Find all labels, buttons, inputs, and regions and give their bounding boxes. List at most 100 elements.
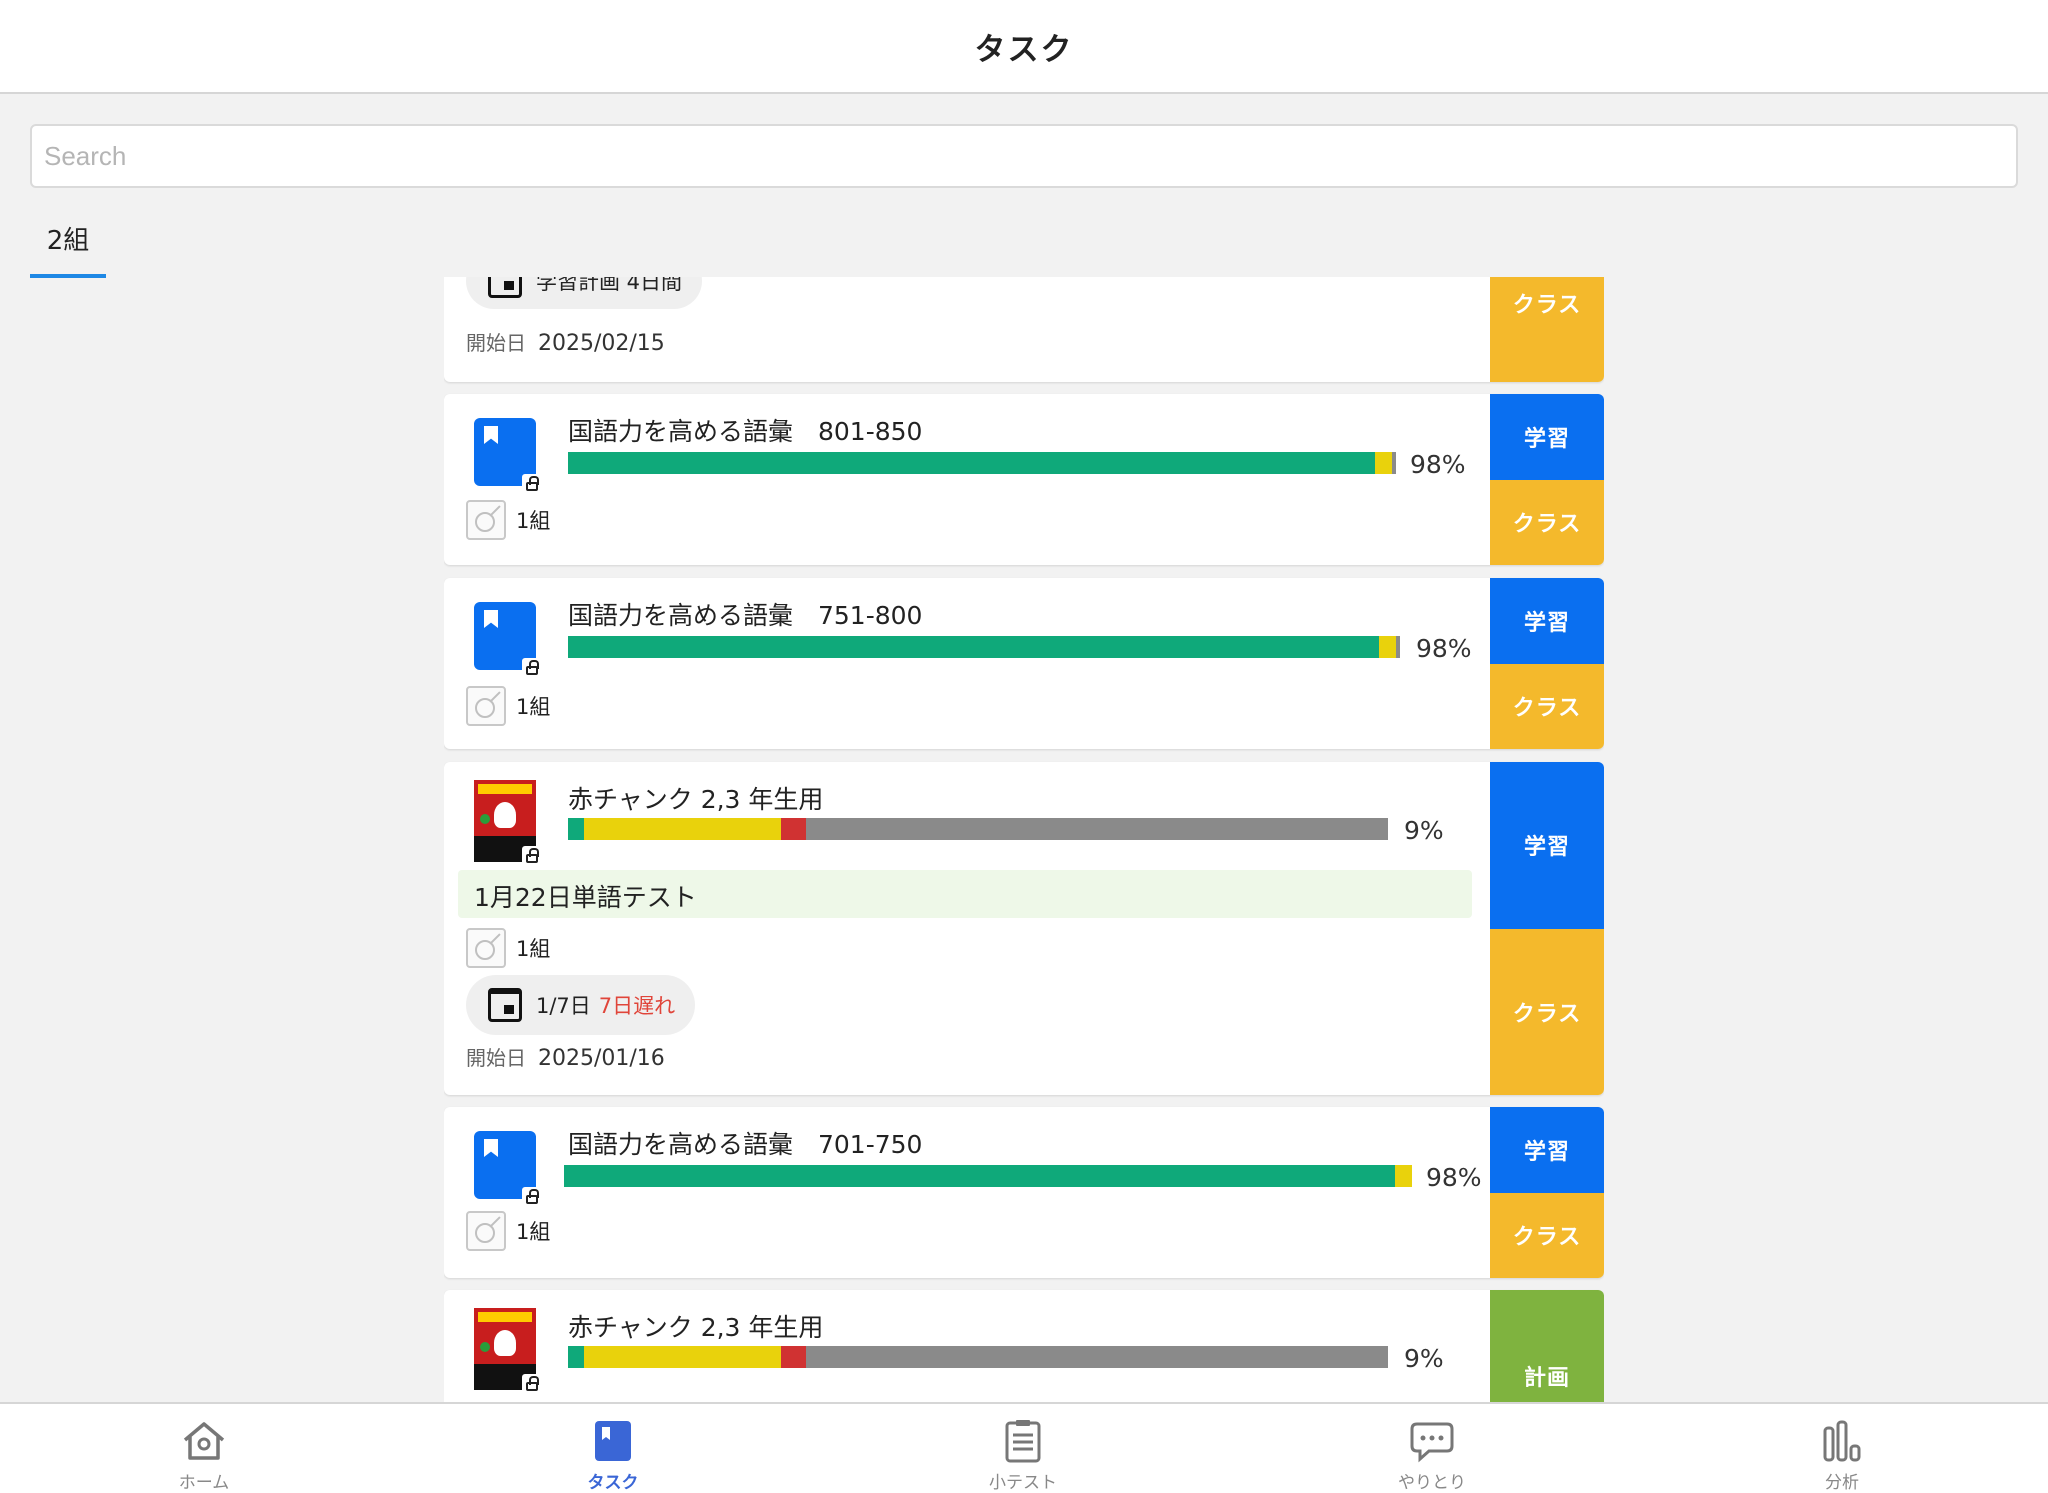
start-date: 開始日 2025/02/15	[466, 327, 665, 356]
type-badge-plan[interactable]: 計画	[1490, 1290, 1604, 1402]
type-badge-class[interactable]: クラス	[1490, 663, 1604, 749]
class-label: 1組	[516, 509, 551, 533]
nav-analytics-label: 分析	[1825, 1473, 1859, 1493]
tab-active-indicator	[30, 274, 106, 278]
start-date-label: 開始日	[466, 1046, 526, 1070]
progress-segment-partial	[584, 1346, 782, 1368]
nav-task-label: タスク	[587, 1473, 639, 1493]
assigned-class: 1組	[466, 1211, 550, 1251]
class-icon	[466, 1211, 506, 1251]
quiz-icon	[1005, 1420, 1041, 1463]
task-card[interactable]: 国語力を高める語彙 751-800 98% 1組 学習 クラス	[444, 578, 1604, 749]
progress-bar	[568, 818, 1388, 840]
progress-bar	[568, 636, 1400, 658]
progress-segment-partial	[1379, 636, 1396, 658]
type-badge-class[interactable]: クラス	[1490, 928, 1604, 1095]
task-title: 赤チャンク 2,3 年生用	[568, 1313, 824, 1342]
tab-2-kumi[interactable]: 2組	[30, 218, 106, 278]
nav-home[interactable]: ホーム	[134, 1418, 274, 1493]
assigned-class: 1組	[466, 686, 550, 726]
task-note: 1月22日単語テスト	[458, 870, 1472, 918]
type-badge-class[interactable]: クラス	[1490, 479, 1604, 565]
task-card[interactable]: 赤チャンク 2,3 年生用 9% 1月22日単語テスト 1組 1/7日 7日遅れ…	[444, 762, 1604, 1095]
calendar-icon	[488, 277, 522, 298]
progress-segment-partial	[1375, 452, 1392, 474]
progress-segment-wrong	[781, 1346, 806, 1368]
start-date-value: 2025/01/16	[538, 1046, 665, 1071]
task-icon	[595, 1421, 631, 1461]
type-badge-study[interactable]: 学習	[1490, 394, 1604, 480]
type-badge-study[interactable]: 学習	[1490, 578, 1604, 664]
progress-segment-done	[568, 636, 1380, 658]
task-card[interactable]: 学習計画 4日間 開始日 2025/02/15 クラス	[444, 277, 1604, 382]
task-list[interactable]: 学習計画 4日間 開始日 2025/02/15 クラス 国語力を高める語彙 801…	[444, 277, 1604, 1402]
calendar-icon	[488, 988, 522, 1022]
nav-home-label: ホーム	[178, 1473, 230, 1493]
nav-quiz[interactable]: 小テスト	[953, 1418, 1093, 1493]
task-card[interactable]: 赤チャンク 2,3 年生用 9% 計画	[444, 1290, 1604, 1402]
task-type-column: 学習 クラス	[1490, 578, 1604, 749]
task-title: 国語力を高める語彙 701-750	[568, 1130, 923, 1159]
progress-segment-remaining	[805, 818, 1388, 840]
nav-task[interactable]: タスク	[543, 1418, 683, 1493]
nav-chat[interactable]: やりとり	[1362, 1418, 1502, 1493]
type-badge-study[interactable]: 学習	[1490, 762, 1604, 929]
bottom-tab-bar: ホーム タスク 小テスト やりとり 分析	[0, 1402, 2048, 1493]
progress-segment-done	[568, 1346, 585, 1368]
progress-bar	[568, 452, 1396, 474]
assigned-class: 1組	[466, 928, 550, 968]
progress-segment-done	[564, 1165, 1396, 1187]
lock-icon	[522, 474, 542, 494]
task-title: 国語力を高める語彙 751-800	[568, 601, 923, 630]
nav-chat-label: やりとり	[1398, 1473, 1466, 1493]
home-icon	[183, 1422, 225, 1460]
nav-quiz-label: 小テスト	[989, 1473, 1057, 1493]
type-badge-class[interactable]: クラス	[1490, 1192, 1604, 1278]
due-date-pill: 1/7日 7日遅れ	[466, 975, 696, 1035]
class-label: 1組	[516, 937, 551, 961]
lock-icon	[522, 846, 542, 866]
progress-bar	[568, 1346, 1388, 1368]
book-icon	[474, 418, 542, 494]
progress-segment-partial	[1395, 1165, 1412, 1187]
class-icon	[466, 928, 506, 968]
chat-icon	[1410, 1422, 1454, 1463]
analytics-icon	[1823, 1420, 1861, 1462]
overdue-label: 7日遅れ	[598, 994, 676, 1018]
book-icon	[474, 602, 542, 678]
start-date-label: 開始日	[466, 331, 526, 355]
task-type-column: 計画	[1490, 1290, 1604, 1402]
type-badge-study[interactable]: 学習	[1490, 1107, 1604, 1193]
progress-segment-wrong	[781, 818, 806, 840]
nav-analytics[interactable]: 分析	[1772, 1418, 1912, 1493]
assigned-class: 1組	[466, 500, 550, 540]
progress-percent: 98%	[1416, 634, 1472, 663]
task-card[interactable]: 国語力を高める語彙 801-850 98% 1組 学習 クラス	[444, 394, 1604, 565]
progress-percent: 98%	[1410, 450, 1466, 479]
task-title: 赤チャンク 2,3 年生用	[568, 785, 824, 814]
page-title: タスク	[974, 32, 1074, 68]
task-type-column: クラス	[1490, 277, 1604, 382]
task-type-column: 学習 クラス	[1490, 1107, 1604, 1278]
task-type-column: 学習 クラス	[1490, 394, 1604, 565]
lock-icon	[522, 1374, 542, 1394]
progress-bar	[564, 1165, 1412, 1187]
book-icon	[474, 1131, 542, 1207]
plan-duration-label: 学習計画 4日間	[536, 277, 683, 294]
lock-icon	[522, 658, 542, 678]
search-input[interactable]	[30, 124, 2018, 188]
task-type-column: 学習 クラス	[1490, 762, 1604, 1095]
progress-segment-partial	[584, 818, 782, 840]
start-date-value: 2025/02/15	[538, 331, 665, 356]
task-card[interactable]: 国語力を高める語彙 701-750 98% 1組 学習 クラス	[444, 1107, 1604, 1278]
progress-percent: 9%	[1404, 1344, 1444, 1373]
plan-duration-pill: 学習計画 4日間	[466, 277, 703, 309]
type-badge-class[interactable]: クラス	[1490, 277, 1604, 382]
progress-segment-remaining	[805, 1346, 1388, 1368]
class-icon	[466, 500, 506, 540]
due-date: 1/7日	[536, 994, 591, 1018]
task-title: 国語力を高める語彙 801-850	[568, 417, 923, 446]
class-label: 1組	[516, 695, 551, 719]
start-date: 開始日 2025/01/16	[466, 1042, 665, 1071]
top-bar: タスク	[0, 0, 2048, 94]
